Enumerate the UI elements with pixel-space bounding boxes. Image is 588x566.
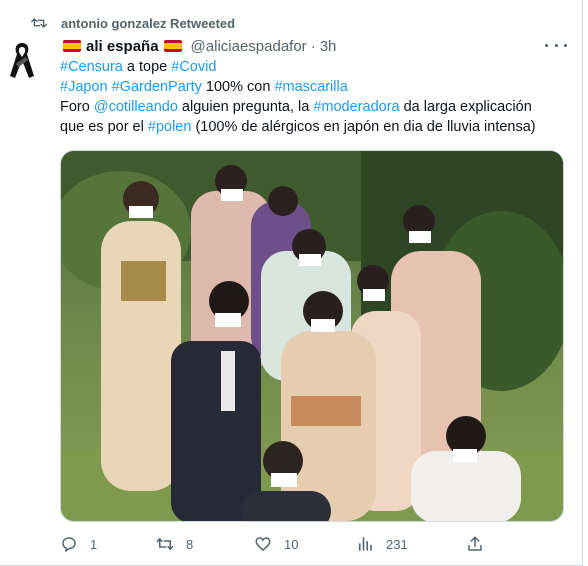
retweet-button[interactable]: 8	[156, 535, 193, 553]
retweet-icon	[31, 18, 47, 28]
tweet-timestamp[interactable]: 3h	[320, 38, 337, 55]
tweet-line: que es por el #polen (100% de alérgicos …	[60, 117, 570, 137]
hashtag-censura[interactable]: #Censura	[60, 59, 123, 75]
retweet-context: antonio gonzalez Retweeted	[31, 14, 235, 32]
spain-flag-icon	[63, 40, 81, 52]
mention-cotilleando[interactable]: @cotilleando	[94, 99, 178, 115]
tweet-text-segment: a tope	[122, 59, 172, 75]
black-ribbon-icon[interactable]	[7, 40, 37, 80]
views-chart-icon	[358, 537, 372, 551]
hashtag-japon[interactable]: #Japon	[60, 79, 108, 95]
retweet-text[interactable]: antonio gonzalez Retweeted	[61, 16, 235, 31]
photo-image	[61, 151, 563, 521]
tweet-line: #Censura a tope #Covid	[60, 57, 570, 77]
reply-count: 1	[90, 536, 98, 552]
author-name[interactable]: ali españa	[86, 38, 159, 55]
spain-flag-icon	[163, 40, 182, 52]
tweet-text-segment: Foro	[60, 99, 94, 115]
hashtag-moderadora[interactable]: #moderadora	[313, 99, 399, 115]
hashtag-mascarilla[interactable]: #mascarilla	[274, 79, 347, 95]
reply-icon	[62, 537, 76, 553]
heart-icon	[255, 537, 271, 551]
retweet-count: 8	[186, 536, 194, 552]
like-count: 10	[284, 536, 299, 552]
tweet-text-segment: 100% con	[201, 79, 275, 95]
tweet-header: ali españa @aliciaespadafor · 3h	[60, 37, 336, 55]
tweet-actions: 1 8 10 231	[60, 535, 490, 555]
reply-button[interactable]: 1	[60, 535, 97, 553]
tweet-text-segment: da larga explicación	[399, 99, 532, 115]
views-count: 231	[386, 536, 408, 552]
tweet-text: #Censura a tope #Covid #Japon #GardenPar…	[60, 57, 570, 137]
tweet-photo[interactable]	[60, 150, 564, 522]
tweet-text-segment: alguien pregunta, la	[177, 99, 314, 115]
hashtag-gardenparty[interactable]: #GardenParty	[112, 79, 202, 95]
hashtag-polen[interactable]: #polen	[148, 119, 192, 135]
tweet-text-segment: que es por el	[60, 119, 148, 135]
tweet-text-segment: (100% de alérgicos en japón en dia de ll…	[191, 119, 536, 135]
views-button[interactable]: 231	[356, 535, 408, 553]
more-options-icon[interactable]	[545, 38, 567, 52]
share-icon	[468, 536, 482, 551]
tweet-line: #Japon #GardenParty 100% con #mascarilla	[60, 77, 570, 97]
tweet-line: Foro @cotilleando alguien pregunta, la #…	[60, 97, 570, 117]
hashtag-covid[interactable]: #Covid	[171, 59, 216, 75]
author-handle[interactable]: @aliciaespadafor	[191, 38, 307, 55]
separator-dot: ·	[310, 37, 316, 55]
like-button[interactable]: 10	[254, 535, 298, 553]
tweet-card[interactable]: antonio gonzalez Retweeted ali españa @a…	[0, 0, 583, 566]
retweet-icon	[156, 538, 174, 550]
share-button[interactable]	[466, 535, 496, 553]
